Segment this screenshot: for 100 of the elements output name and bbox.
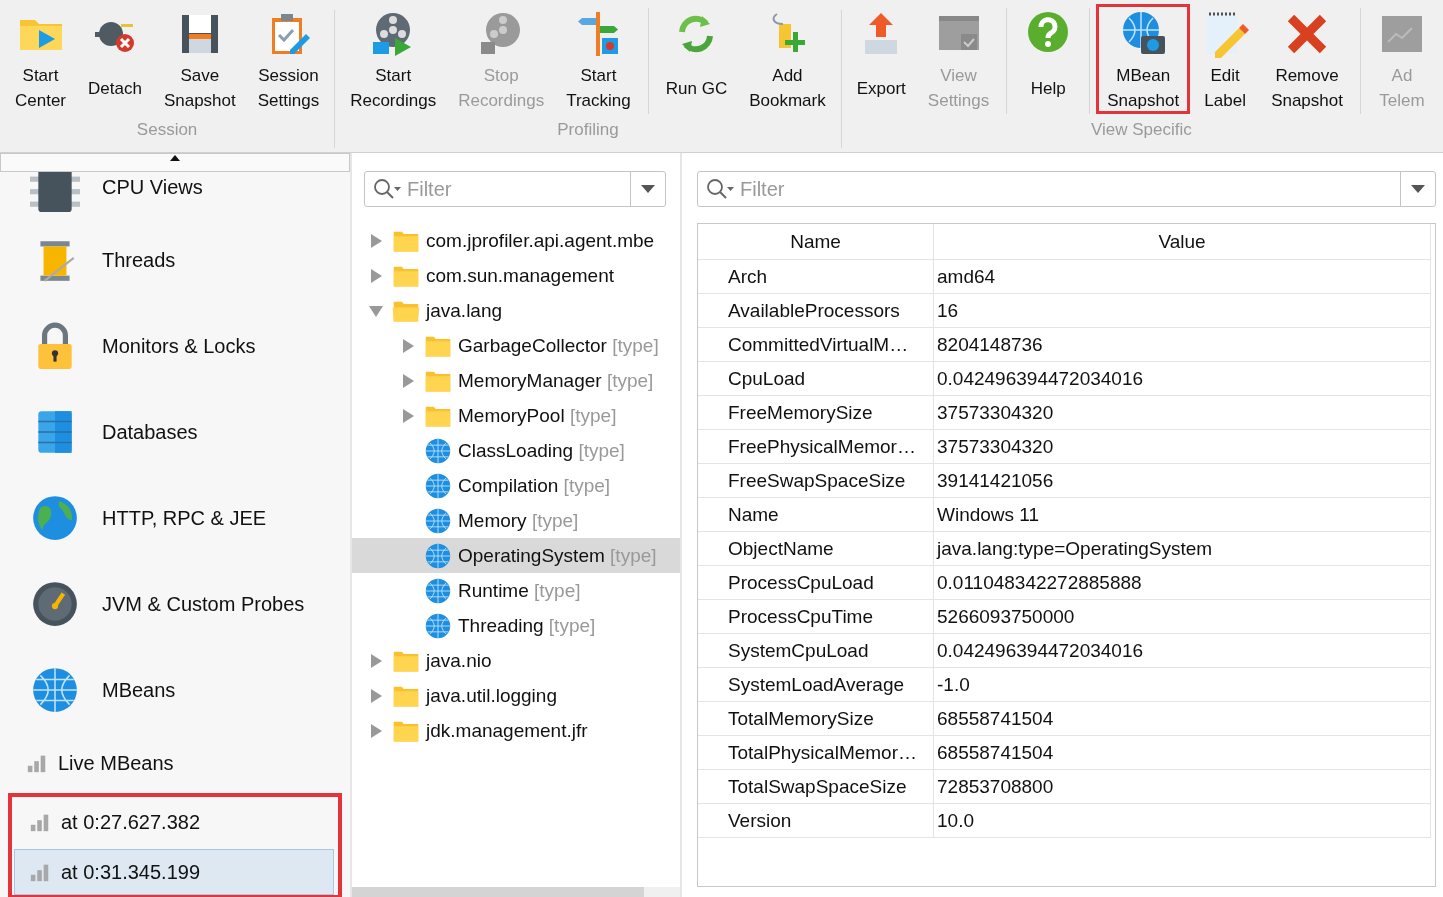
globe-icon xyxy=(424,576,452,605)
expand-arrow-icon[interactable] xyxy=(369,722,383,739)
toolbar-button[interactable]: Start Recordings xyxy=(339,4,448,114)
column-header[interactable]: Value xyxy=(934,224,1431,259)
tree-row[interactable]: java.util.logging xyxy=(352,678,680,713)
sidebar-item[interactable]: Monitors & Locks xyxy=(0,303,350,389)
table-cell: 16 xyxy=(934,294,1431,327)
tree-row[interactable]: jdk.management.jfr xyxy=(352,713,680,748)
expand-arrow-icon[interactable] xyxy=(401,337,415,354)
table-cell: ProcessCpuLoad xyxy=(698,566,934,599)
expand-arrow-icon[interactable] xyxy=(401,372,415,389)
table-cell: SystemCpuLoad xyxy=(698,634,934,667)
table-cell: -1.0 xyxy=(934,668,1431,701)
table-cell: Windows 11 xyxy=(934,498,1431,531)
sidebar-item[interactable]: Live MBeans xyxy=(0,739,342,787)
toolbar-button[interactable]: Remove Snapshot xyxy=(1260,4,1354,114)
table-cell: 10.0 xyxy=(934,804,1431,837)
tree-row[interactable]: OperatingSystem [type] xyxy=(352,538,680,573)
tree-row[interactable]: Compilation [type] xyxy=(352,468,680,503)
toolbar-button[interactable]: Session Settings xyxy=(246,4,331,114)
toolbar-button[interactable]: Help xyxy=(1013,4,1084,114)
sidebar-item[interactable]: Threads xyxy=(0,217,350,303)
table-cell: CpuLoad xyxy=(698,362,934,395)
table-cell: Version xyxy=(698,804,934,837)
tree-row[interactable]: Memory [type] xyxy=(352,503,680,538)
table-cell: 72853708800 xyxy=(934,770,1431,803)
globe-icon xyxy=(424,611,452,640)
tree-row[interactable]: ClassLoading [type] xyxy=(352,433,680,468)
table-cell: 37573304320 xyxy=(934,430,1431,463)
sidebar-item[interactable]: MBeans xyxy=(0,647,350,733)
table-cell: TotalMemorySize xyxy=(698,702,934,735)
expand-arrow-icon[interactable] xyxy=(369,687,383,704)
earth-globe-icon xyxy=(30,493,80,543)
search-icon xyxy=(373,178,403,200)
table-cell: java.lang:type=OperatingSystem xyxy=(934,532,1431,565)
table-cell: ObjectName xyxy=(698,532,934,565)
table-cell: AvailableProcessors xyxy=(698,294,934,327)
toolbar-button[interactable]: Start Center xyxy=(4,4,78,114)
table-cell: SystemLoadAverage xyxy=(698,668,934,701)
gauge-icon xyxy=(30,579,80,629)
sidebar-item[interactable]: JVM & Custom Probes xyxy=(0,561,350,647)
snapshot-item[interactable]: at 0:31.345.199 xyxy=(14,849,334,895)
sidebar-item[interactable]: Databases xyxy=(0,389,350,475)
toolbar-button[interactable]: Add Bookmark xyxy=(738,4,837,114)
toolbar-button[interactable]: MBean Snapshot xyxy=(1096,4,1191,114)
table-cell: 0.011048342272885888 xyxy=(934,566,1431,599)
toolbar-button[interactable]: Run GC xyxy=(654,4,739,114)
toolbar-button[interactable]: Edit Label xyxy=(1190,4,1261,114)
table-cell: Arch xyxy=(698,260,934,293)
tree-row[interactable]: java.nio xyxy=(352,643,680,678)
table-cell: FreeSwapSpaceSize xyxy=(698,464,934,497)
caret-down-icon xyxy=(1410,184,1426,194)
table-cell: 39141421056 xyxy=(934,464,1431,497)
table-cell: FreePhysicalMemor… xyxy=(698,430,934,463)
toolbar-button[interactable]: Export xyxy=(845,4,917,114)
tree-row[interactable]: Threading [type] xyxy=(352,608,680,643)
search-icon xyxy=(706,178,736,200)
table-cell: 5266093750000 xyxy=(934,600,1431,633)
toolbar-button[interactable]: Detach xyxy=(77,4,153,114)
table-cell: CommittedVirtualM… xyxy=(698,328,934,361)
group-label: Profiling xyxy=(557,120,619,140)
snapshot-item[interactable]: at 0:27.627.382 xyxy=(14,799,334,845)
table-cell: TotalSwapSpaceSize xyxy=(698,770,934,803)
column-header[interactable]: Name xyxy=(698,224,934,259)
table-cell: 37573304320 xyxy=(934,396,1431,429)
globe-icon xyxy=(424,506,452,535)
expand-arrow-icon[interactable] xyxy=(369,652,383,669)
tree-row[interactable]: MemoryPool [type] xyxy=(352,398,680,433)
table-cell: 0.042496394472034016 xyxy=(934,634,1431,667)
table-cell: amd64 xyxy=(934,260,1431,293)
scrollbar-thumb[interactable] xyxy=(352,887,644,897)
globe-icon xyxy=(424,541,452,570)
table-cell: 68558741504 xyxy=(934,702,1431,735)
toolbar-button[interactable]: Save Snapshot xyxy=(152,4,247,114)
table-cell: TotalPhysicalMemor… xyxy=(698,736,934,769)
group-label: Session xyxy=(136,120,198,140)
toolbar-button[interactable]: Start Tracking xyxy=(555,4,642,114)
table-cell: ProcessCpuTime xyxy=(698,600,934,633)
expand-arrow-icon[interactable] xyxy=(369,232,383,249)
caret-down-icon xyxy=(640,184,656,194)
globe-icon xyxy=(424,471,452,500)
expand-arrow-icon[interactable] xyxy=(369,267,383,284)
tree-row[interactable]: com.jprofiler.api.agent.mbe xyxy=(352,223,680,258)
globe-icon xyxy=(424,436,452,465)
tree-row[interactable]: java.lang xyxy=(352,293,680,328)
tree-row[interactable]: com.sun.management xyxy=(352,258,680,293)
table-cell: Name xyxy=(698,498,934,531)
globe-icon xyxy=(30,665,80,715)
group-label: View Specific xyxy=(1090,120,1192,140)
sidebar-item[interactable]: HTTP, RPC & JEE xyxy=(0,475,350,561)
scroll-up-button[interactable] xyxy=(0,153,350,172)
tree-row[interactable]: GarbageCollector [type] xyxy=(352,328,680,363)
table-cell: 68558741504 xyxy=(934,736,1431,769)
tree-row[interactable]: MemoryManager [type] xyxy=(352,363,680,398)
expand-arrow-icon[interactable] xyxy=(401,407,415,424)
collapse-arrow-icon[interactable] xyxy=(368,303,384,318)
table-cell: 0.042496394472034016 xyxy=(934,362,1431,395)
table-cell: 8204148736 xyxy=(934,328,1431,361)
tree-row[interactable]: Runtime [type] xyxy=(352,573,680,608)
caret-up-icon xyxy=(169,154,181,162)
